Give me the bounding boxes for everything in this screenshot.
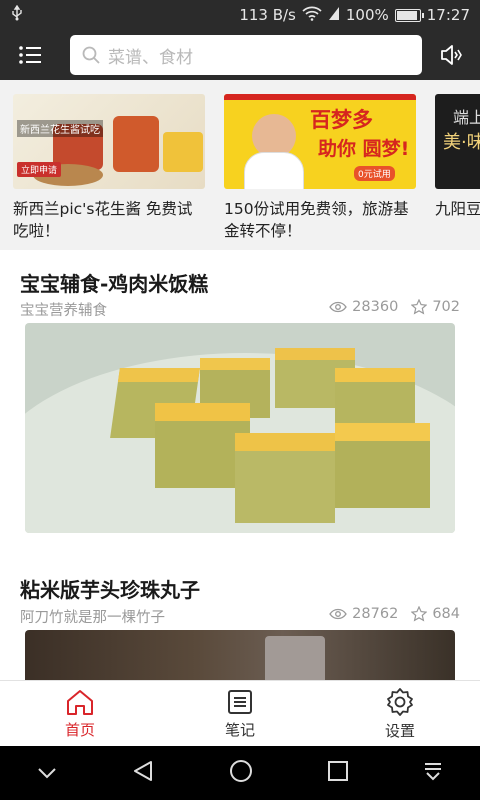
recipe-title: 粘米版芋头珍珠丸子 [20,578,200,602]
promo-card[interactable]: 百梦多 助你 圆梦! 0元试用 150份试用免费领，旅游基金转不停！ [224,94,416,242]
battery-percent: 100% [345,6,389,24]
promo-image: 新西兰花生酱试吃 立即申请 [13,94,205,189]
recipe-stats: 28762 684 [329,606,460,622]
circle-home-icon [229,760,252,782]
home-icon [67,689,93,715]
recipe-photo [25,323,455,533]
tab-notes[interactable]: 笔记 [160,681,320,746]
promo-image-text: 新西兰花生酱试吃 [17,120,103,137]
network-speed: 113 B/s [239,6,296,24]
system-nav-bar [0,746,480,800]
promo-carousel: 新西兰花生酱试吃 立即申请 新西兰pic's花生酱 免费试吃啦！ 百梦多 助你 … [0,80,480,250]
recents-button[interactable] [327,761,348,785]
bottom-tab-bar: 首页 笔记 设置 [0,680,480,746]
favorite-count: 684 [432,606,460,622]
list-menu-icon [19,46,41,64]
notification-pull-button[interactable] [423,761,443,785]
home-nav-button[interactable] [229,759,253,787]
signal-icon [328,5,340,25]
promo-image-sub: 助你 圆梦! [318,138,410,160]
pull-down-icon [424,763,441,781]
tab-home[interactable]: 首页 [0,681,160,746]
usb-icon [10,4,24,25]
view-count: 28762 [352,606,399,622]
recipe-author: 阿刀竹就是那一棵竹子 [20,610,165,626]
back-triangle-icon [134,761,153,781]
battery-fill [396,10,417,20]
promo-title: 九阳豆浆机试用 [435,200,480,218]
status-bar: 113 B/s 100% 17:27 [0,0,480,30]
promo-image: 百梦多 助你 圆梦! 0元试用 [224,94,416,189]
speaker-icon [441,45,462,65]
gear-icon [387,687,413,716]
recipe-card[interactable]: 宝宝辅食-鸡肉米饭糕 宝宝营养辅食 28360 702 [0,250,480,550]
screen: 113 B/s 100% 17:27 菜谱、食材 新西兰花生酱试吃 立即申请 新… [0,0,480,800]
search-placeholder: 菜谱、食材 [108,47,193,68]
recipe-stats: 28360 702 [329,299,460,315]
search-input[interactable]: 菜谱、食材 [70,35,422,75]
promo-title: 150份试用免费领，旅游基金转不停！ [224,200,409,240]
recipe-title: 宝宝辅食-鸡肉米饭糕 [20,272,209,296]
promo-image-text: 端上 [453,108,480,127]
view-count: 28360 [352,299,399,315]
recipe-author: 宝宝营养辅食 [20,303,107,319]
eye-icon [329,301,347,313]
voice-button[interactable] [422,30,480,80]
star-icon [411,606,428,622]
battery-icon [394,8,424,22]
clock: 17:27 [426,6,470,24]
favorite-count: 702 [432,299,460,315]
tab-settings[interactable]: 设置 [320,681,480,746]
promo-image-sub: 立即申请 [17,162,62,177]
wifi-icon [302,5,322,25]
square-recents-icon [327,761,348,781]
hide-nav-button[interactable] [37,764,57,783]
status-right: 113 B/s 100% 17:27 [239,5,470,25]
top-bar: 菜谱、食材 [0,30,480,80]
search-icon [82,46,100,64]
eye-icon [329,608,347,620]
tab-label: 首页 [64,720,95,739]
promo-title: 新西兰pic's花生酱 免费试吃啦！ [13,200,193,240]
promo-card[interactable]: 端上 美·味 九阳豆浆机试用 [435,94,480,220]
promo-image-text: 百梦多 [310,108,373,132]
promo-image: 端上 美·味 [435,94,480,189]
tab-label: 笔记 [224,720,255,739]
promo-image-sub: 美·味 [443,132,480,153]
tab-label: 设置 [384,721,415,740]
star-icon [411,299,428,315]
promo-card[interactable]: 新西兰花生酱试吃 立即申请 新西兰pic's花生酱 免费试吃啦！ [13,94,205,242]
notes-icon [228,689,252,714]
menu-button[interactable] [0,30,60,80]
chevron-down-icon [38,767,57,778]
promo-image-tag: 0元试用 [354,166,395,181]
back-button[interactable] [132,760,154,786]
